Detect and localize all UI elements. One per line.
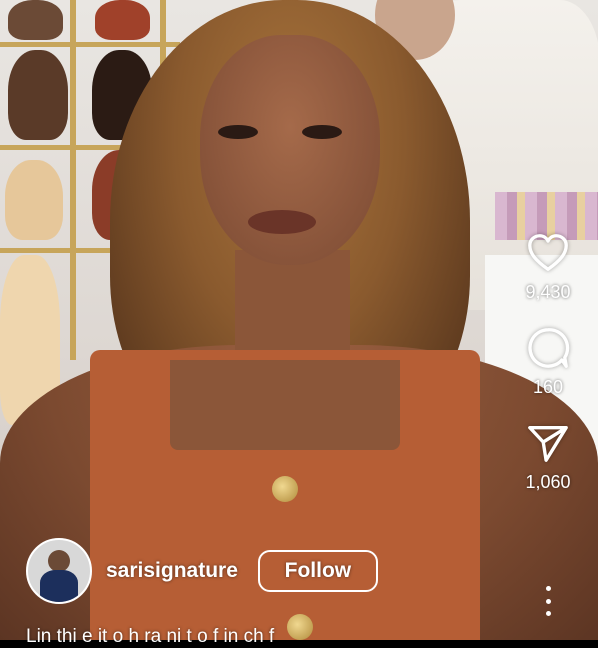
avatar[interactable] — [26, 538, 92, 604]
wig-display — [95, 0, 150, 40]
wig-display — [5, 160, 63, 240]
heart-icon — [528, 234, 568, 271]
like-count: 9,430 — [525, 282, 571, 302]
top-button — [272, 476, 298, 502]
action-rail: 9,430 160 1,060 — [498, 230, 598, 515]
dot — [545, 611, 551, 616]
more-vertical-icon[interactable] — [538, 584, 558, 618]
username[interactable]: sarisignature — [106, 559, 238, 583]
avatar-body — [40, 570, 78, 602]
wig-display — [8, 0, 63, 40]
follow-button[interactable]: Follow — [257, 550, 378, 592]
post-caption[interactable]: Lin thi e it o h ra ni t o f in ch f — [26, 626, 274, 648]
shelf-post — [70, 0, 76, 360]
wig-display — [8, 50, 68, 140]
share-button[interactable]: 1,060 — [525, 420, 571, 493]
subject-eye — [302, 125, 342, 139]
share-count: 1,060 — [525, 472, 571, 492]
comment-button[interactable]: 160 — [525, 325, 571, 398]
paper-plane-icon — [528, 425, 568, 462]
subject-eye — [218, 125, 258, 139]
top-button — [287, 614, 313, 640]
avatar-head — [48, 550, 70, 572]
dot — [545, 586, 551, 591]
comment-count: 160 — [532, 377, 564, 397]
dot — [545, 598, 551, 604]
subject-neckline — [170, 360, 400, 450]
comment-bubble-icon — [528, 328, 570, 368]
author-bar: sarisignature Follow — [26, 538, 378, 604]
like-button[interactable]: 9,430 — [525, 230, 571, 303]
subject-lips — [248, 210, 316, 234]
shelf-board — [0, 42, 180, 47]
